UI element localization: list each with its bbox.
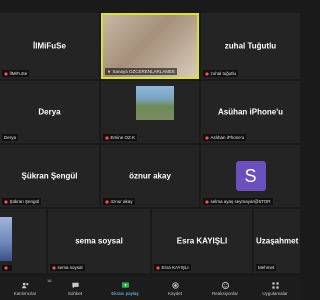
- participants-icon: [21, 282, 28, 288]
- participant-corner-name: zuhal tuğutlu: [210, 71, 237, 76]
- share-screen-button[interactable]: Ekranı paylaş: [106, 281, 144, 296]
- participant-label: İlMiFuSe: [2, 70, 30, 77]
- participant-tile[interactable]: Uzaşahmet Mehmet: [254, 209, 300, 273]
- participant-name: Asühan iPhone'u: [217, 107, 283, 117]
- mic-muted-icon: [156, 265, 160, 270]
- participant-label: Emine OZ.K: [103, 134, 138, 141]
- participant-tile[interactable]: öznur akay öznur akay: [101, 145, 199, 207]
- participant-tile[interactable]: [0, 209, 46, 273]
- participant-tile[interactable]: Şükran Şengül Şükran Şengül: [0, 145, 99, 207]
- mic-muted-icon: [52, 265, 56, 270]
- apps-button[interactable]: Uygulamalar: [256, 281, 294, 296]
- reactions-button[interactable]: Reaksiyonlar: [206, 281, 244, 296]
- participant-corner-name: öznur akay: [110, 199, 133, 204]
- mic-muted-icon: [4, 71, 8, 76]
- participant-tile[interactable]: Asühan iPhone'u Aslıhan iPhone'u: [201, 81, 300, 143]
- participant-corner-name: Mehmet: [258, 265, 275, 270]
- participant-name: sema soysal: [75, 236, 123, 246]
- participant-label: selma ayaş seymayar@5TOR: [203, 198, 273, 205]
- participant-label: Aslıhan iPhone'u: [203, 134, 247, 141]
- participant-corner-name: Şükran Şengül: [9, 199, 40, 204]
- mic-muted-icon: [205, 199, 209, 204]
- participant-label: Sanaya OZCERENLARLAMEE: [105, 68, 178, 75]
- participant-corner-name: Esra KAYIŞLI: [161, 265, 189, 270]
- apps-icon: [271, 281, 279, 289]
- participant-tile[interactable]: Esra KAYIŞLI Esra KAYIŞLI: [152, 209, 252, 273]
- share-screen-label: Ekranı paylaş: [111, 290, 139, 296]
- mic-muted-icon: [4, 266, 8, 270]
- participant-name: İlMiFuSe: [33, 41, 66, 51]
- participant-label: öznur akay: [103, 198, 135, 205]
- participants-count: 16: [47, 278, 52, 283]
- record-label: Kaydet: [167, 290, 182, 296]
- chat-icon: [71, 282, 79, 288]
- participants-label: Katılımcılar: [13, 290, 37, 296]
- participant-label: Şükran Şengül: [2, 198, 42, 205]
- participant-tile-active-speaker[interactable]: Sanaya OZCERENLARLAMEE: [101, 13, 199, 79]
- mic-muted-icon: [205, 71, 209, 76]
- share-screen-icon: [121, 281, 129, 288]
- participant-name: Şükran Şengül: [21, 171, 78, 181]
- participant-label: sema soysal: [50, 264, 85, 271]
- participant-label: [2, 265, 12, 271]
- participant-corner-name: selma ayaş seymayar@5TOR: [210, 199, 271, 204]
- participant-corner-name: İlMiFuSe: [9, 71, 28, 76]
- participant-photo: [136, 86, 175, 120]
- record-button[interactable]: Kaydet: [156, 281, 194, 296]
- chat-label: Sohbet: [67, 290, 83, 296]
- avatar: S: [235, 161, 266, 191]
- participant-corner-name: Aslıhan iPhone'u: [210, 135, 245, 140]
- participant-name: zuhal Tuğutlu: [224, 41, 277, 51]
- participant-tile[interactable]: sema soysal sema soysal: [48, 209, 150, 273]
- participant-corner-name: Emine OZ.K: [110, 135, 136, 140]
- participant-corner-name: Derya: [4, 135, 17, 140]
- chat-button[interactable]: Sohbet: [56, 281, 94, 296]
- video-grid: İlMiFuSe İlMiFuSe Sanaya OZCERENLARLAMEE…: [0, 0, 300, 276]
- mic-muted-icon: [4, 199, 8, 204]
- participant-tile[interactable]: İlMiFuSe İlMiFuSe: [0, 13, 99, 79]
- reactions-icon: [221, 281, 229, 289]
- mic-icon: [107, 69, 111, 74]
- participant-name: Uzaşahmet: [256, 236, 299, 246]
- participant-photo: [0, 217, 12, 261]
- participant-label: Esra KAYIŞLI: [154, 264, 191, 271]
- meeting-toolbar: Katılımcılar Sohbet Ekranı paylaş Kaydet…: [0, 276, 300, 300]
- participant-label: Derya: [2, 134, 19, 141]
- mic-muted-icon: [105, 199, 109, 204]
- participant-tile[interactable]: S selma ayaş seymayar@5TOR: [201, 145, 300, 207]
- mic-muted-icon: [205, 135, 209, 140]
- apps-label: Uygulamalar: [262, 290, 288, 296]
- participant-tile[interactable]: Emine OZ.K: [101, 81, 199, 143]
- participant-label: Mehmet: [256, 264, 277, 271]
- participant-label: zuhal tuğutlu: [203, 70, 239, 77]
- participant-name: öznur akay: [129, 171, 171, 181]
- participant-tile[interactable]: Derya Derya: [0, 81, 99, 143]
- record-icon: [171, 281, 179, 289]
- participant-corner-name: Sanaya OZCERENLARLAMEE: [112, 69, 176, 74]
- reactions-label: Reaksiyonlar: [211, 290, 238, 296]
- participants-button[interactable]: Katılımcılar: [6, 281, 44, 296]
- participant-tile[interactable]: zuhal Tuğutlu zuhal tuğutlu: [201, 13, 300, 79]
- mic-muted-icon: [105, 135, 109, 140]
- participant-corner-name: sema soysal: [57, 265, 83, 270]
- participant-name: Esra KAYIŞLI: [176, 236, 228, 246]
- participant-name: Derya: [38, 107, 61, 117]
